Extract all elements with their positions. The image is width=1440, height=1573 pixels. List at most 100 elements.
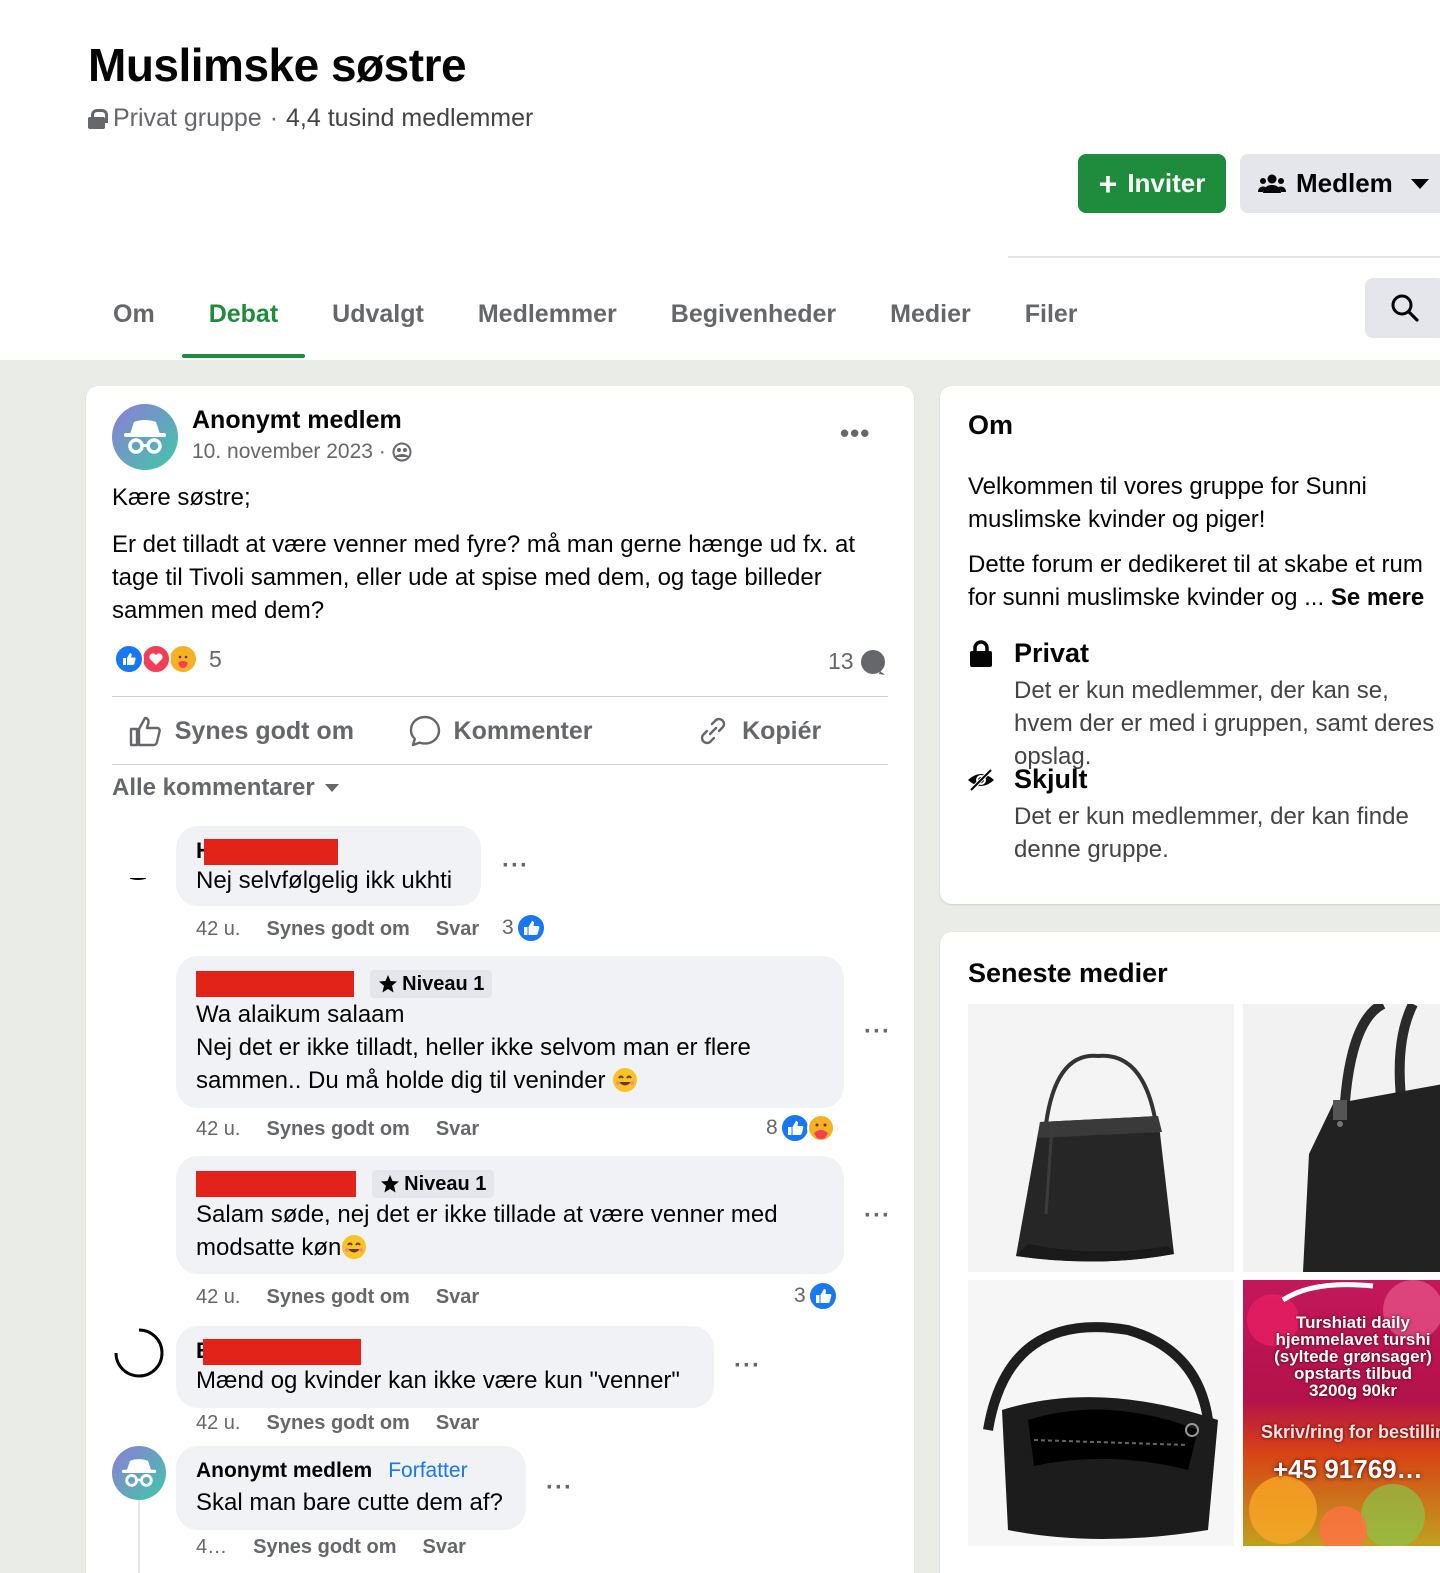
comment-reply-button[interactable]: Svar — [436, 1412, 479, 1435]
ad-line-4: opstarts tilbud — [1293, 1364, 1413, 1383]
ad-cta: Skriv/ring for bestilling — [1261, 1422, 1440, 1442]
comment-like-button[interactable]: Synes godt om — [266, 918, 409, 941]
comment-author[interactable]: Niveau 1 — [196, 1166, 824, 1199]
comment-reactions[interactable]: 3 — [794, 1281, 838, 1311]
meta-separator: · — [269, 104, 279, 132]
about-description: Velkommen til vores gruppe for Sunni mus… — [968, 473, 1367, 533]
comment-like-count: 8 — [766, 1116, 778, 1139]
comment-meta: 42 u. Synes godt om Svar — [196, 1286, 479, 1309]
comment-time[interactable]: 42 u. — [196, 1412, 240, 1435]
comment-reactions[interactable]: 3 — [502, 913, 546, 943]
chevron-down-icon — [324, 784, 339, 792]
group-tabs: Om Debat Udvalgt Medlemmer Begivenheder … — [86, 270, 1105, 358]
see-more-link[interactable]: Se mere — [1331, 584, 1424, 611]
comment-time[interactable]: 42 u. — [196, 1118, 240, 1141]
group-members-count[interactable]: 4,4 tusind medlemmer — [286, 104, 533, 133]
comment-options-button[interactable]: ··· — [864, 1202, 891, 1230]
comment-reactions[interactable]: 8 — [766, 1113, 836, 1143]
level-badge: Niveau 1 — [372, 1170, 495, 1199]
redacted-name — [203, 839, 338, 866]
comment-text-line1: Wa alaikum salaam — [196, 1001, 405, 1028]
post-options-button[interactable]: ••• — [840, 418, 870, 449]
comment-author[interactable]: Niveau 1 — [196, 966, 824, 999]
comment-reply-button[interactable]: Svar — [436, 1286, 479, 1309]
ad-line-2: hjemmelavet turshi — [1275, 1330, 1431, 1349]
comment-time[interactable]: 42 u. — [196, 1286, 240, 1309]
eye-hidden-icon — [968, 768, 994, 792]
comment-author[interactable]: H — [196, 834, 461, 866]
post-author[interactable]: Anonymt medlem — [192, 406, 402, 435]
post-date[interactable]: 10. november 2023 · — [192, 440, 386, 464]
comment-reply-button[interactable]: Svar — [422, 1536, 465, 1559]
comment-filter-dropdown[interactable]: Alle kommentarer — [112, 774, 339, 802]
about-description-2: Dette forum er dedikeret til at skabe et… — [968, 548, 1440, 614]
comment-time[interactable]: 4… — [196, 1536, 227, 1559]
comment-reply-button[interactable]: Svar — [436, 918, 479, 941]
star-icon — [379, 975, 398, 993]
anonymous-avatar[interactable] — [112, 404, 178, 470]
privacy-description: Det er kun medlemmer, der kan se, hvem d… — [1014, 677, 1435, 770]
comment-text: Skal man bare cutte dem af? — [196, 1489, 503, 1516]
comment-author[interactable]: Anonymt medlem Forfatter — [196, 1456, 506, 1486]
avatar-fragment — [130, 878, 146, 880]
group-header: Muslimske søstre Privat gruppe · 4,4 tus… — [0, 0, 1440, 360]
post-actions: Synes godt om Kommenter Kopiér — [112, 698, 888, 764]
comment-icon — [409, 715, 440, 747]
redacted-name — [202, 1339, 361, 1366]
ad-line-1: Turshiati daily — [1296, 1313, 1410, 1332]
comment-time[interactable]: 42 u. — [196, 918, 240, 941]
comment-like-button[interactable]: Synes godt om — [266, 1118, 409, 1141]
tab-om[interactable]: Om — [86, 270, 182, 358]
media-tile-bag-1[interactable] — [968, 1004, 1234, 1272]
author-name: Anonymt medlem — [196, 1459, 373, 1482]
comment-meta: 42 u. Synes godt om Svar — [196, 1412, 479, 1435]
lock-icon — [88, 108, 108, 129]
copy-label: Kopiér — [742, 716, 822, 745]
comment-button[interactable]: Kommenter — [371, 698, 630, 764]
anonymous-avatar[interactable] — [112, 1446, 166, 1500]
comment-text: Nej det er ikke tilladt, heller ikke sel… — [196, 1031, 824, 1097]
group-privacy[interactable]: Privat gruppe — [113, 104, 262, 133]
reaction-summary[interactable]: 5 — [114, 644, 222, 674]
redacted-name — [196, 971, 354, 998]
lock-icon — [970, 640, 992, 667]
comment-options-button[interactable]: ··· — [546, 1474, 573, 1502]
post-greeting: Kære søstre; — [112, 484, 251, 511]
tab-begivenheder[interactable]: Begivenheder — [644, 270, 863, 358]
member-button[interactable]: Medlem — [1240, 154, 1440, 213]
comment-like-button[interactable]: Synes godt om — [266, 1286, 409, 1309]
comment-author[interactable]: E — [196, 1334, 694, 1366]
invite-button[interactable]: + Inviter — [1078, 154, 1226, 213]
comment-bubble: Anonymt medlem Forfatter Skal man bare cu… — [176, 1446, 526, 1530]
comment-options-button[interactable]: ··· — [502, 852, 529, 880]
tab-medier[interactable]: Medier — [863, 270, 998, 358]
media-tile-ad[interactable]: Turshiati daily hjemmelavet turshi (sylt… — [1243, 1280, 1440, 1546]
comment-text-body: Nej det er ikke tilladt, heller ikke sel… — [196, 1034, 751, 1094]
ad-phone: +45 91769… — [1273, 1454, 1423, 1484]
like-button[interactable]: Synes godt om — [112, 698, 371, 764]
comment-reply-button[interactable]: Svar — [436, 1118, 479, 1141]
comment-count[interactable]: 13 — [828, 648, 886, 675]
copy-link-button[interactable]: Kopiér — [629, 698, 888, 764]
comment-like-button[interactable]: Synes godt om — [266, 1412, 409, 1435]
like-reaction-icon — [114, 644, 144, 674]
smile-emoji-icon — [613, 1068, 638, 1092]
tab-debat[interactable]: Debat — [181, 270, 306, 358]
comment-like-button[interactable]: Synes godt om — [253, 1536, 396, 1559]
tab-udvalgt[interactable]: Udvalgt — [305, 270, 451, 358]
media-tile-bag-3[interactable] — [968, 1280, 1234, 1546]
commenter-avatar[interactable] — [112, 1326, 166, 1380]
comment-options-button[interactable]: ··· — [864, 1018, 891, 1046]
star-icon — [381, 1175, 400, 1193]
commenter-avatar[interactable] — [112, 828, 164, 880]
divider — [112, 764, 888, 765]
level-badge-label: Niveau 1 — [402, 972, 485, 995]
ad-text: Turshiati daily hjemmelavet turshi (sylt… — [1243, 1314, 1440, 1399]
media-tile-bag-2[interactable] — [1243, 1004, 1440, 1272]
group-search-button[interactable] — [1365, 278, 1440, 338]
anonymous-icon — [112, 404, 178, 470]
people-icon — [1258, 174, 1286, 193]
tab-medlemmer[interactable]: Medlemmer — [451, 270, 644, 358]
tab-filer[interactable]: Filer — [998, 270, 1105, 358]
comment-options-button[interactable]: ··· — [734, 1352, 761, 1380]
